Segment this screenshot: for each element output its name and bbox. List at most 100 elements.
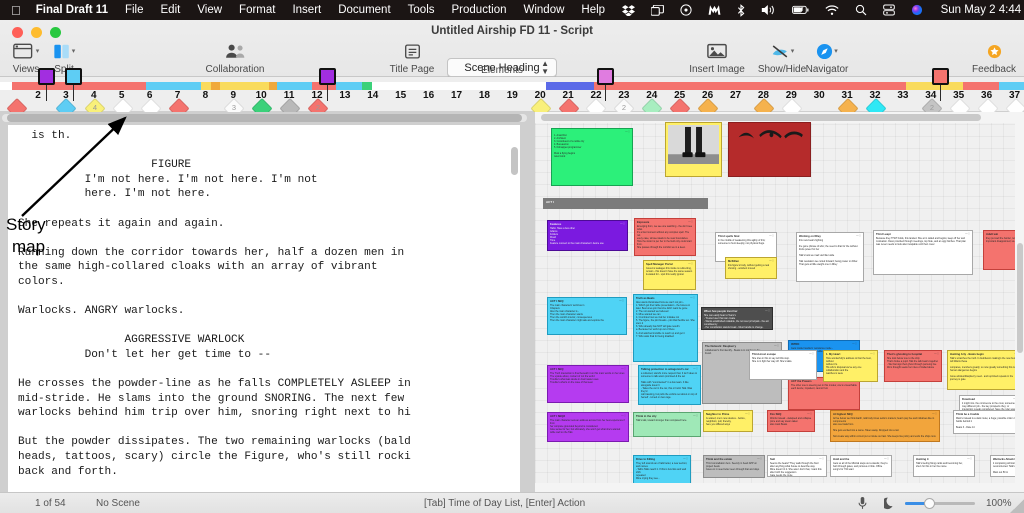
scrollbar-thumb-vertical[interactable]	[1017, 243, 1023, 353]
menu-window[interactable]: Window	[515, 4, 573, 16]
story-map-marker[interactable]	[319, 68, 336, 85]
beat-card[interactable]: Working on Riley ••• ▢ this new beat's fig…	[796, 232, 864, 282]
menu-format[interactable]: Format	[231, 4, 284, 16]
board-bottom-scrollbar[interactable]	[535, 483, 1024, 492]
beat-card-menu-icon[interactable]: ••• ▢	[688, 263, 693, 266]
beat-card-menu-icon[interactable]: ••• ▢	[769, 260, 774, 263]
volume-icon[interactable]	[753, 4, 784, 16]
ruler-page-number[interactable]: 14	[367, 90, 378, 101]
menu-insert[interactable]: Insert	[284, 4, 330, 16]
beat-card[interactable]: Hold and the ••• ▢ Gets us all of the Mist…	[830, 455, 892, 477]
resize-grip[interactable]	[1010, 499, 1024, 513]
beat-card[interactable]: Drive to Killing ••• ▢ They left sounds an…	[633, 455, 691, 485]
beat-card-menu-icon[interactable]: ••• ▢	[693, 368, 698, 371]
story-map-ruler[interactable]: 2 3 4 5 6 7 8 9 10 11 12 13 14 15 16 17 18 19 20 21 22 23 24 25…	[0, 68, 1024, 120]
beat-card-menu-icon[interactable]: ••• ▢	[774, 345, 779, 348]
beat-card[interactable]: Fire SEQ ••• ▢ Words instead - delapsed an…	[767, 410, 815, 432]
moon-icon[interactable]	[881, 496, 895, 513]
beat-card[interactable]: ACT I SEQ ••• ▢ The Truth interaction is f…	[547, 365, 629, 403]
ruler-page-number[interactable]: 16	[423, 90, 434, 101]
scrollbar-thumb[interactable]	[541, 114, 981, 121]
beat-card[interactable]: Features ••• ▢ Habit. Have a few other Ada…	[547, 220, 628, 251]
menu-tools[interactable]: Tools	[399, 4, 443, 16]
beat-card-menu-icon[interactable]: ••• ▢	[765, 310, 770, 313]
story-map-marker[interactable]	[597, 68, 614, 85]
control-center-icon[interactable]	[875, 4, 903, 16]
ruler-page-number[interactable]: 19	[507, 90, 518, 101]
window-manager-icon[interactable]	[643, 4, 672, 16]
beat-card[interactable]: Truth as Beats ••• ▢ Also wants illuminate…	[633, 294, 698, 362]
menu-production[interactable]: Production	[443, 4, 515, 16]
beat-card-menu-icon[interactable]: ••• ▢	[769, 235, 774, 238]
beat-card-menu-icon[interactable]: ••• ▢	[620, 223, 625, 226]
beat-card[interactable]: ACT I SEQ2 ••• ▢ The main character sets a…	[547, 412, 629, 442]
beat-card-menu-icon[interactable]: ••• ▢	[884, 458, 889, 461]
collaboration-button[interactable]: Collaboration	[195, 35, 275, 75]
bluetooth-icon[interactable]	[729, 3, 753, 17]
story-map-marker[interactable]	[38, 68, 55, 85]
apple-logo-icon[interactable]: 	[0, 4, 34, 17]
feedback-button[interactable]: Feedback	[965, 35, 1023, 75]
beat-card-menu-icon[interactable]: ••• ▢	[619, 300, 624, 303]
beat-card[interactable]: Then's ghosting to hospital ••• ▢ She look…	[884, 350, 942, 382]
beat-card[interactable]: McKillen ••• ▢ this figure's body, without…	[725, 257, 777, 279]
zoom-slider-knob[interactable]	[924, 498, 935, 509]
beat-card[interactable]	[665, 122, 722, 177]
beat-card[interactable]: Third Leapt ••• ▢ Because they THAT holds,…	[873, 230, 973, 275]
stepper-icon[interactable]: ▲ ▼	[541, 60, 549, 75]
menu-edit[interactable]: Edit	[152, 4, 189, 16]
wifi-icon[interactable]	[817, 4, 847, 16]
menu-file[interactable]: File	[116, 4, 152, 16]
beat-board[interactable]: ••• ▢ 1. Anarchist 2. Architect 3. Consti…	[535, 112, 1024, 492]
ruler-page-number[interactable]: 30	[814, 90, 825, 101]
beat-card[interactable]: Third-most escape ••• ▢ She tries in this …	[749, 350, 817, 380]
search-icon[interactable]	[847, 4, 875, 16]
script-page[interactable]: is th. FIGURE I'm not here. I'm not here…	[8, 125, 520, 492]
navigator-button[interactable]: ▾ Navigator	[796, 35, 858, 75]
microphone-icon[interactable]	[858, 496, 867, 513]
scrollbar-thumb-vertical[interactable]	[511, 147, 518, 175]
beat-card-menu-icon[interactable]: ••• ▢	[688, 221, 693, 224]
ruler-page-number[interactable]: 13	[339, 90, 350, 101]
script-vertical-scrollbar[interactable]	[511, 143, 518, 492]
beat-card[interactable]: Neighbor to Prime ••• ▢ Is waited; one's n…	[703, 410, 753, 432]
beat-card-menu-icon[interactable]: ••• ▢	[934, 353, 939, 356]
beat-card-menu-icon[interactable]: ••• ▢	[807, 413, 812, 416]
dropbox-icon[interactable]	[614, 4, 643, 16]
beat-card-menu-icon[interactable]: ••• ▢	[819, 458, 824, 461]
beat-card-menu-icon[interactable]: ••• ▢	[965, 233, 970, 236]
ruler-page-number[interactable]: 17	[451, 90, 462, 101]
siri-icon[interactable]	[903, 4, 931, 16]
battery-icon[interactable]	[784, 5, 817, 15]
beat-card[interactable]: ••• ▢ 1. Anarchist 2. Architect 3. Consti…	[551, 128, 633, 186]
zoom-slider[interactable]	[905, 498, 975, 509]
beat-card[interactable]: Hunting Arty - Beats begin••• ▢Talk's sc…	[947, 350, 1022, 390]
beat-card[interactable]: When few people trust her ••• ▢ She can ea…	[701, 307, 773, 330]
beat-card[interactable]: 1. My Heart ••• ▢ How wonderfully's addres…	[823, 350, 878, 382]
beat-card[interactable]	[728, 122, 811, 177]
beat-card-menu-icon[interactable]: ••• ▢	[932, 413, 937, 416]
menu-help[interactable]: Help	[573, 4, 614, 16]
ruler-page-number[interactable]: 33	[897, 90, 908, 101]
beat-card-menu-icon[interactable]: ••• ▢	[745, 413, 750, 416]
beat-card-menu-icon[interactable]: ••• ▢	[621, 368, 626, 371]
beat-card-menu-icon[interactable]: ••• ▢	[690, 297, 695, 300]
beat-card-menu-icon[interactable]: ••• ▢	[852, 343, 857, 346]
scrollbar-thumb[interactable]	[7, 114, 522, 122]
menu-app-name[interactable]: Final Draft 11	[34, 4, 117, 16]
beat-card[interactable]: At highest SEQ ••• ▢ Arrive below we think…	[830, 410, 940, 442]
beat-card[interactable]: Talking protection to antagonist's car ••…	[638, 365, 701, 405]
script-horizontal-scrollbar[interactable]	[2, 114, 527, 122]
beat-card-menu-icon[interactable]: ••• ▢	[693, 415, 698, 418]
act-band[interactable]: ACT I	[543, 198, 708, 209]
insert-image-button[interactable]: Insert Image	[686, 35, 748, 75]
beat-card[interactable]: Suit ••• ▢ Seems the beats? They walk thro…	[767, 455, 827, 477]
beat-card-menu-icon[interactable]: ••• ▢	[870, 353, 875, 356]
board-vertical-scrollbar[interactable]	[1015, 123, 1024, 483]
menu-bar-clock[interactable]: Sun May 2 4:44 PM	[931, 4, 1024, 16]
ruler-page-number[interactable]: 18	[479, 90, 490, 101]
beat-card[interactable]: ACT I SEQ ••• ▢ The main characters' world…	[547, 297, 627, 335]
beat-card-menu-icon[interactable]: ••• ▢	[683, 458, 688, 461]
menu-document[interactable]: Document	[330, 4, 399, 16]
beat-card-menu-icon[interactable]: ••• ▢	[967, 458, 972, 461]
